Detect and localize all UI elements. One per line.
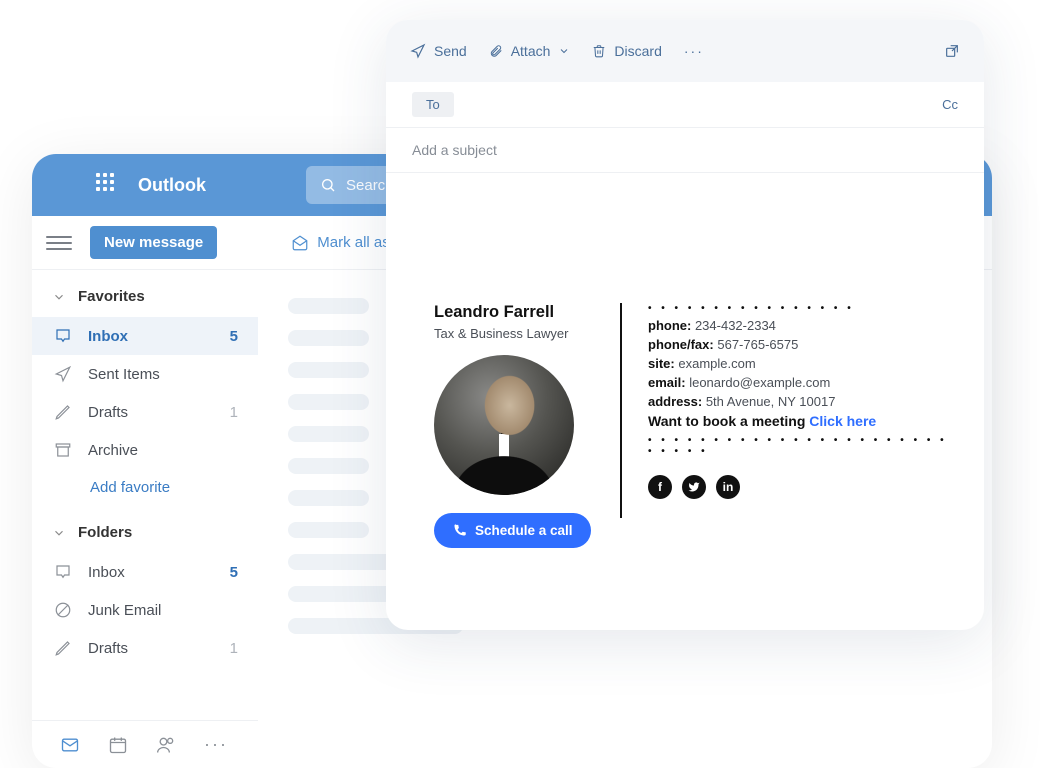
inbox-icon [54,327,72,345]
people-icon[interactable] [156,735,176,755]
sidebar-folder-drafts[interactable]: Drafts 1 [32,629,258,667]
chevron-down-icon [52,290,66,304]
signature-site: example.com [678,356,755,371]
discard-button[interactable]: Discard [592,43,661,59]
signature-name: Leandro Farrell [434,303,594,322]
signature-address: 5th Avenue, NY 10017 [706,394,836,409]
archive-icon [54,441,72,459]
sidebar: Favorites Inbox 5 Sent Items Drafts 1 Ar… [32,270,258,768]
sidebar-folder-junk[interactable]: Junk Email [32,591,258,629]
sidebar-section-folders[interactable]: Folders [32,512,258,553]
sidebar-add-favorite[interactable]: Add favorite [32,469,258,506]
more-actions-icon[interactable]: ··· [684,43,704,59]
compose-to-row[interactable]: To Cc [386,82,984,128]
signature-title: Tax & Business Lawyer [434,326,594,341]
pencil-icon [54,403,72,421]
signature-phone: 234-432-2334 [695,318,776,333]
new-message-button[interactable]: New message [90,226,217,259]
popout-icon[interactable] [944,43,960,59]
sidebar-item-sent[interactable]: Sent Items [32,355,258,393]
email-signature: Leandro Farrell Tax & Business Lawyer Sc… [386,173,984,568]
chevron-down-icon [558,45,570,57]
signature-email: leonardo@example.com [689,375,830,390]
mail-icon[interactable] [60,735,80,755]
subject-input[interactable]: Add a subject [386,128,984,173]
chevron-down-icon [52,526,66,540]
twitter-icon[interactable] [682,475,706,499]
inbox-icon [54,563,72,581]
dotted-rule: • • • • • • • • • • • • • • • • • • • • … [648,435,958,457]
mail-open-icon [291,234,309,252]
sidebar-item-drafts[interactable]: Drafts 1 [32,393,258,431]
sidebar-bottom-nav: ··· [32,720,258,768]
pencil-icon [54,639,72,657]
send-icon [54,365,72,383]
linkedin-icon[interactable]: in [716,475,740,499]
calendar-icon[interactable] [108,735,128,755]
signature-divider [620,303,622,518]
more-icon[interactable]: ··· [204,734,228,755]
signature-fax: 567-765-6575 [717,337,798,352]
cc-button[interactable]: Cc [942,97,958,112]
compose-window: Send Attach Discard ··· To Cc Add a subj… [386,20,984,630]
blocked-icon [54,601,72,619]
book-meeting-link[interactable]: Click here [809,413,876,429]
app-title: Outlook [138,175,206,196]
paperclip-icon [489,43,503,59]
app-launcher-icon[interactable] [96,173,120,197]
sidebar-section-favorites[interactable]: Favorites [32,276,258,317]
search-icon [320,177,336,193]
facebook-icon[interactable]: f [648,475,672,499]
hamburger-icon[interactable] [46,236,72,250]
schedule-call-button[interactable]: Schedule a call [434,513,591,548]
compose-toolbar: Send Attach Discard ··· [386,20,984,82]
phone-icon [452,523,467,538]
signature-avatar [434,355,574,495]
sidebar-folder-inbox[interactable]: Inbox 5 [32,553,258,591]
attach-button[interactable]: Attach [489,43,571,59]
trash-icon [592,43,606,59]
send-icon [410,43,426,59]
send-button[interactable]: Send [410,43,467,59]
sidebar-item-archive[interactable]: Archive [32,431,258,469]
dotted-rule: • • • • • • • • • • • • • • • • [648,303,958,314]
to-label[interactable]: To [412,92,454,117]
signature-social: f in [648,475,958,499]
signature-book-meeting: Want to book a meeting Click here [648,413,958,429]
sidebar-item-inbox[interactable]: Inbox 5 [32,317,258,355]
